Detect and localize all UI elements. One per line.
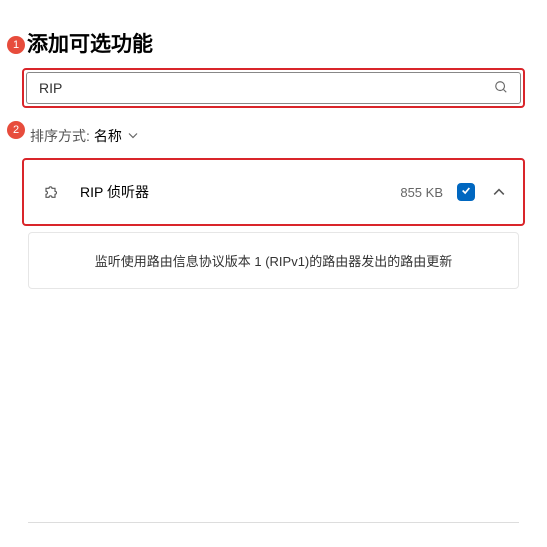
search-highlight-box: [22, 68, 525, 108]
feature-card: RIP 侦听器 855 KB: [24, 160, 523, 224]
puzzle-icon: [42, 182, 62, 202]
page-title: 添加可选功能: [0, 0, 547, 68]
sort-label: 排序方式:: [30, 126, 90, 146]
search-box[interactable]: [26, 72, 521, 104]
annotation-badge-2: 2: [7, 121, 25, 139]
feature-description: 监听使用路由信息协议版本 1 (RIPv1)的路由器发出的路由更新: [28, 232, 519, 289]
sort-value-text: 名称: [94, 126, 122, 146]
divider: [28, 522, 519, 523]
annotation-badge-1: 1: [7, 36, 25, 54]
search-icon[interactable]: [494, 80, 508, 97]
sort-value-dropdown[interactable]: 名称: [94, 126, 138, 146]
feature-checkbox[interactable]: [457, 183, 475, 201]
chevron-down-icon: [128, 131, 138, 142]
feature-name: RIP 侦听器: [80, 182, 400, 202]
sort-row: 排序方式: 名称: [0, 122, 547, 158]
feature-size: 855 KB: [400, 185, 443, 200]
feature-highlight-box: RIP 侦听器 855 KB: [22, 158, 525, 226]
feature-row[interactable]: RIP 侦听器 855 KB: [24, 160, 523, 224]
chevron-up-icon[interactable]: [493, 185, 505, 199]
search-input[interactable]: [39, 80, 494, 96]
checkmark-icon: [461, 186, 471, 198]
